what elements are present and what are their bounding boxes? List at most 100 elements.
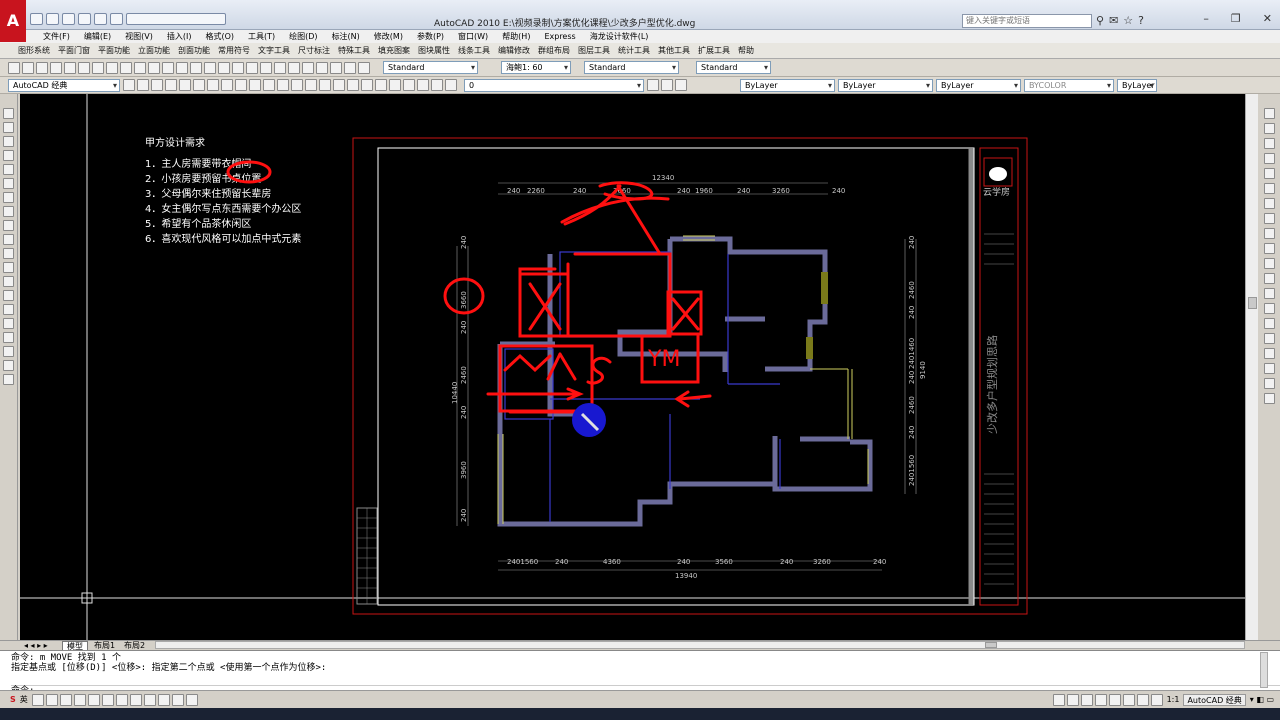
plugin-menu-item[interactable]: 图层工具 (574, 43, 614, 58)
toolbar-tool-icon[interactable] (148, 61, 160, 74)
draw-tool-icon[interactable] (3, 262, 14, 273)
search-icon[interactable]: ⚲ (1096, 14, 1104, 27)
toolbar-tool-icon[interactable] (316, 61, 328, 74)
modify-tool-icon[interactable] (1263, 318, 1275, 329)
draw-tool-icon[interactable] (3, 276, 14, 287)
modify-tool-icon[interactable] (1263, 288, 1275, 299)
toolbar-tool-icon[interactable] (190, 61, 202, 74)
toolbar-tool-icon[interactable] (151, 79, 163, 91)
menu-item[interactable]: 工具(T) (241, 30, 282, 43)
status-toggle-icon[interactable] (185, 693, 198, 706)
toolbar-tool-icon[interactable] (274, 61, 286, 74)
linetype-dropdown[interactable]: ByLayer (838, 78, 933, 92)
vertical-scrollbar[interactable] (1245, 94, 1258, 640)
menu-item[interactable]: 文件(F) (36, 30, 77, 43)
plugin-menu-item[interactable]: 编辑修改 (494, 43, 534, 58)
menu-item[interactable]: 帮助(H) (495, 30, 537, 43)
command-scrollbar[interactable] (1260, 652, 1268, 688)
status-nav-icon[interactable] (1122, 693, 1135, 706)
toolbar-tool-icon[interactable] (64, 61, 76, 74)
ime-logo-icon[interactable]: S (10, 694, 16, 706)
modify-tool-icon[interactable] (1263, 348, 1275, 359)
status-toggle-icon[interactable] (31, 693, 44, 706)
status-toggle-icon[interactable] (143, 693, 156, 706)
modify-tool-icon[interactable] (1263, 393, 1275, 404)
plugin-menu-item[interactable]: 统计工具 (614, 43, 654, 58)
draw-tool-icon[interactable] (3, 332, 14, 343)
color-dropdown[interactable]: ByLayer (740, 78, 835, 92)
menu-item[interactable]: 海龙设计软件(L) (583, 30, 656, 43)
toolbar-tool-icon[interactable] (162, 61, 174, 74)
layer-dropdown[interactable]: 0 (464, 78, 644, 92)
toolbar-tool-icon[interactable] (123, 79, 135, 91)
toolbar-tool-icon[interactable] (403, 79, 415, 91)
menu-item[interactable]: 参数(P) (410, 30, 451, 43)
toolbar-tool-icon[interactable] (78, 61, 90, 74)
toolbar-tool-icon[interactable] (361, 79, 373, 91)
horizontal-scrollbar[interactable] (155, 641, 1245, 649)
modify-tool-icon[interactable] (1263, 378, 1275, 389)
status-toggle-icon[interactable] (171, 693, 184, 706)
status-nav-icon[interactable] (1150, 693, 1163, 706)
toolbar-tool-icon[interactable] (134, 61, 146, 74)
menu-item[interactable]: 标注(N) (325, 30, 367, 43)
toolbar-tool-icon[interactable] (291, 79, 303, 91)
layer-prev-icon[interactable] (661, 79, 673, 91)
workspace-switch[interactable]: AutoCAD 经典 (1183, 693, 1246, 706)
draw-tool-icon[interactable] (3, 234, 14, 245)
draw-tool-icon[interactable] (3, 304, 14, 315)
menu-item[interactable]: 编辑(E) (77, 30, 118, 43)
modify-tool-icon[interactable] (1263, 153, 1275, 164)
draw-tool-icon[interactable] (3, 360, 14, 371)
dim-style-dropdown[interactable]: Standard (584, 61, 679, 74)
modify-tool-icon[interactable] (1263, 243, 1275, 254)
draw-tool-icon[interactable] (3, 164, 14, 175)
status-toggle-icon[interactable] (73, 693, 86, 706)
status-tray[interactable]: ▾ ◧ ▭ (1250, 694, 1274, 706)
status-nav-icon[interactable] (1066, 693, 1079, 706)
plotstyle2-dropdown[interactable]: ByLayer (1117, 78, 1157, 92)
toolbar-tool-icon[interactable] (207, 79, 219, 91)
draw-tool-icon[interactable] (3, 192, 14, 203)
open-icon[interactable] (46, 13, 59, 25)
close-icon[interactable]: ✕ (1263, 12, 1272, 25)
plugin-menu-item[interactable]: 平面功能 (94, 43, 134, 58)
modify-tool-icon[interactable] (1263, 108, 1275, 119)
draw-tool-icon[interactable] (3, 122, 14, 133)
toolbar-tool-icon[interactable] (319, 79, 331, 91)
status-toggle-icon[interactable] (157, 693, 170, 706)
toolbar-tool-icon[interactable] (235, 79, 247, 91)
toolbar-tool-icon[interactable] (260, 61, 272, 74)
toolbar-tool-icon[interactable] (347, 79, 359, 91)
plugin-menu-item[interactable]: 文字工具 (254, 43, 294, 58)
menu-item[interactable]: 修改(M) (367, 30, 410, 43)
toolbar-tool-icon[interactable] (389, 79, 401, 91)
draw-tool-icon[interactable] (3, 318, 14, 329)
modify-tool-icon[interactable] (1263, 198, 1275, 209)
toolbar-tool-icon[interactable] (50, 61, 62, 74)
draw-tool-icon[interactable] (3, 290, 14, 301)
modify-tool-icon[interactable] (1263, 363, 1275, 374)
plugin-menu-item[interactable]: 群组布局 (534, 43, 574, 58)
app-logo[interactable]: A (0, 0, 26, 42)
draw-tool-icon[interactable] (3, 248, 14, 259)
toolbar-tool-icon[interactable] (120, 61, 132, 74)
draw-tool-icon[interactable] (3, 346, 14, 357)
toolbar-tool-icon[interactable] (277, 79, 289, 91)
draw-tool-icon[interactable] (3, 374, 14, 385)
status-toggle-icon[interactable] (115, 693, 128, 706)
modify-tool-icon[interactable] (1263, 213, 1275, 224)
undo-icon[interactable] (78, 13, 91, 25)
help-icon[interactable]: ? (1138, 14, 1144, 27)
status-nav-icon[interactable] (1052, 693, 1065, 706)
toolbar-tool-icon[interactable] (176, 61, 188, 74)
toolbar-tool-icon[interactable] (344, 61, 356, 74)
ime-mode[interactable]: 英 (20, 694, 28, 706)
annotation-scale-dropdown[interactable]: 海鲍1: 60 (501, 61, 571, 74)
toolbar-tool-icon[interactable] (232, 61, 244, 74)
modify-tool-icon[interactable] (1263, 273, 1275, 284)
toolbar-tool-icon[interactable] (193, 79, 205, 91)
redo-icon[interactable] (94, 13, 107, 25)
favorites-icon[interactable]: ☆ (1123, 14, 1133, 27)
toolbar-tool-icon[interactable] (218, 61, 230, 74)
